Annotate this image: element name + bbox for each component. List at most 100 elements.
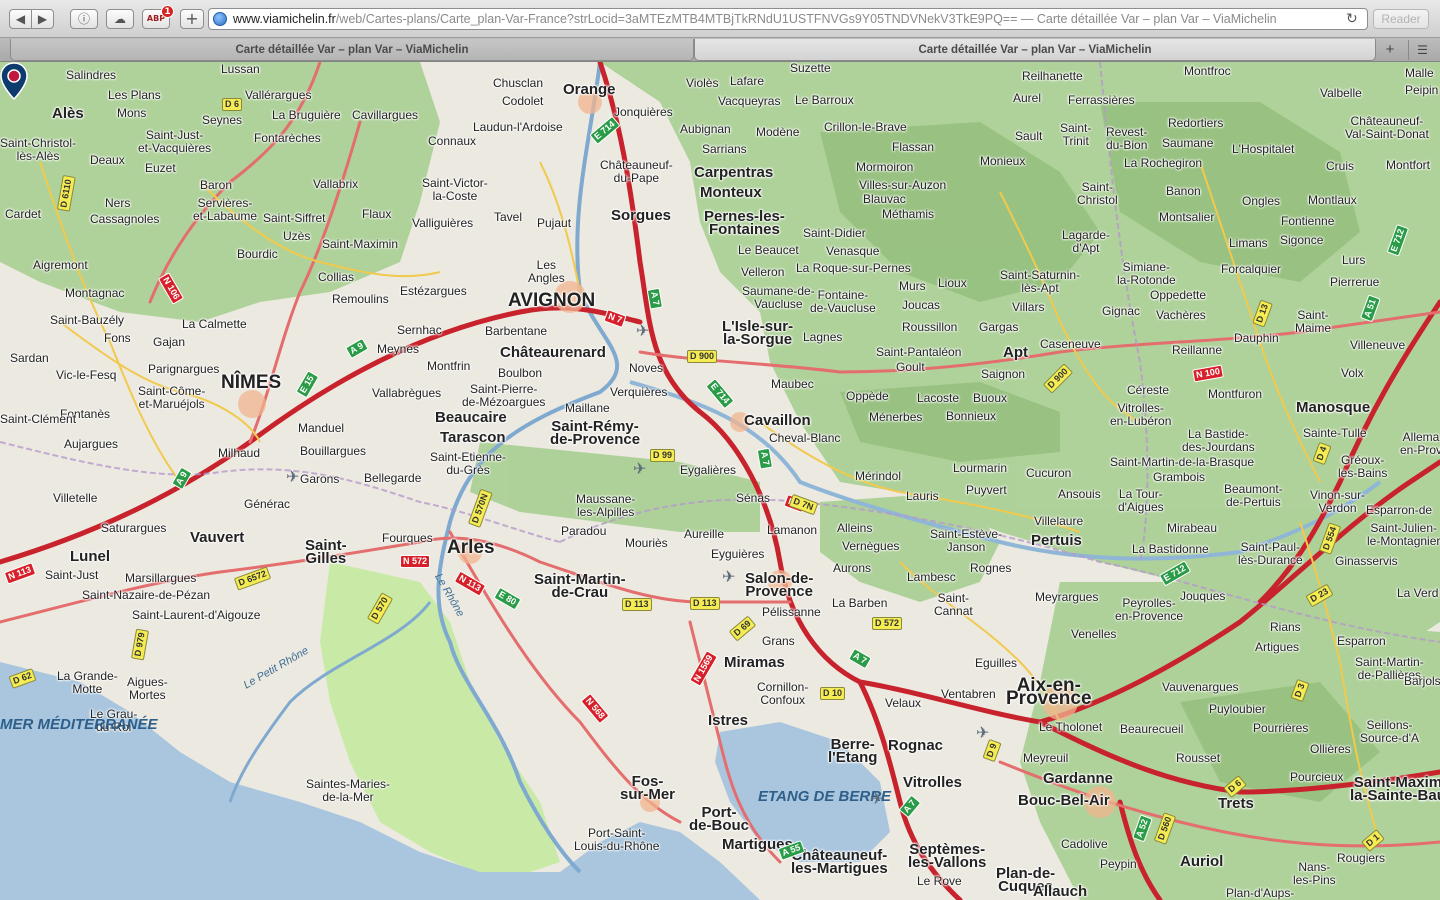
place-label: Oppedette [1150,288,1207,302]
place-label: Saint-Julien- le-Montagnier [1367,521,1440,548]
adblock-badge: 1 [161,5,174,18]
place-label: Fourques [382,531,433,545]
place-label: Sainte-Tulle [1303,426,1367,440]
plus-icon: + [185,9,199,28]
place-label: Eguilles [975,656,1018,670]
place-label: Saint-Just [45,568,99,582]
place-label: Cucuron [1026,466,1072,480]
url-domain: www.viamichelin.fr [233,12,336,26]
place-label: Ollières [1310,742,1351,756]
place-label: Caseneuve [1040,337,1101,351]
place-label: Méthamis [882,207,935,221]
airport-icon: ✈ [633,461,647,478]
place-label: Saint-Maximin [322,237,399,251]
place-label: Aigues- Mortes [127,675,168,702]
place-label: Roussillon [902,320,958,334]
place-label: Saignon [981,367,1026,381]
address-bar[interactable]: www.viamichelin.fr/web/Cartes-plans/Cart… [208,8,1368,30]
place-label: Ventabren [941,687,996,701]
reader-button[interactable]: Reader [1373,9,1429,29]
place-label: Velaux [885,696,922,710]
place-label: Bouillargues [300,444,367,458]
place-label: Le Beaucet [738,243,799,257]
place-label: La Bruguière [272,108,341,122]
place-label: Alès [52,105,84,122]
place-label: Lagnes [803,330,843,344]
reload-icon[interactable]: ↻ [1346,11,1358,25]
place-label: Saumane-de- Vaucluse [742,284,815,311]
place-label: Aubignan [680,122,731,136]
place-label: Aurons [833,561,872,575]
place-label: Lacoste [917,391,960,405]
place-label: Saint-Martin- de-Crau [534,571,626,601]
place-label: La Verd [1397,586,1439,600]
new-tab-button[interactable]: + [1380,40,1400,60]
place-label: Esparron [1337,634,1386,648]
place-label: Seynes [202,113,243,127]
place-label: Estézargues [400,284,467,298]
place-label: Céreste [1127,383,1170,397]
place-label: Vernègues [842,539,900,553]
place-label: Goult [896,360,925,374]
site-info-button[interactable]: ⓘ [70,9,98,29]
place-label: Miramas [724,654,785,671]
place-label: Maussane- les-Alpilles [576,492,636,519]
place-label: Forcalquier [1221,262,1282,276]
place-label: Saturargues [101,521,167,535]
place-label: Volx [1341,366,1364,380]
place-label: Modène [756,125,800,139]
place-label: Saint-Clément [0,412,77,426]
place-label: Murs [899,279,926,293]
place-label: Cardet [5,207,42,221]
place-label: Saint-Maxim la-Sainte-Bau [1350,774,1440,804]
place-label: Venelles [1071,627,1117,641]
place-label: Vitrolles [903,774,962,791]
place-label: Villetelle [53,491,98,505]
back-button[interactable]: ◀ [9,9,32,29]
place-label: Cadolive [1061,837,1108,851]
road-shield: D 10 [820,687,846,700]
place-label: Lioux [938,276,967,290]
tab-overview-button[interactable]: ☰ [1408,40,1436,60]
place-label: Vacqueyras [718,94,781,108]
place-label: Monteux [700,184,762,201]
airport-icon: ✈ [976,725,990,742]
place-label: Fontaine- de-Vaucluse [810,288,876,315]
place-label: Tavel [494,210,523,224]
forward-icon: ▶ [37,12,48,26]
place-label: Baron [200,178,233,192]
place-label: Venasque [826,244,880,258]
place-label: Fons [104,331,131,345]
place-label: Bourdic [237,247,278,261]
place-label: Milhaud [218,446,261,460]
place-label: Vallabrix [313,177,359,191]
place-label: Manosque [1296,399,1371,416]
place-label: Rognac [888,737,944,754]
place-label: Aureille [684,527,725,541]
place-label: L'Hospitalet [1232,142,1295,156]
place-label: Les Plans [108,88,161,102]
place-label: Puyvert [966,483,1007,497]
place-label: Manduel [298,421,345,435]
url-title: — Carte détaillée Var – plan Var – ViaMi… [1020,12,1277,26]
map-pin-icon[interactable] [0,62,28,100]
place-label: Remoulins [332,292,389,306]
place-label: Saint-Just- et-Vacquières [138,128,212,155]
place-label: Peypin [1100,857,1137,871]
place-label: Collias [318,270,355,284]
tab-1[interactable]: Carte détaillée Var – plan Var – ViaMich… [10,39,694,61]
place-label: La Calmette [182,317,247,331]
place-label: Ferrassières [1068,93,1135,107]
map-canvas[interactable]: Salindres Lussan Alès Les Plans Vallérargues… [0,62,1440,900]
place-label: Pujaut [537,216,572,230]
forward-button[interactable]: ▶ [31,9,54,29]
add-bookmark-button[interactable]: + [180,9,204,29]
adblock-button[interactable]: ABP 1 [142,5,174,29]
place-label: Salon-de- Provence [745,570,814,600]
place-label: Salindres [66,68,117,82]
place-label: La Bastidonne [1132,542,1209,556]
icloud-tabs-button[interactable]: ☁ [106,9,134,29]
place-label: Buoux [973,391,1008,405]
tab-2[interactable]: Carte détaillée Var – plan Var – ViaMich… [694,39,1376,61]
place-label: Artigues [1255,640,1300,654]
